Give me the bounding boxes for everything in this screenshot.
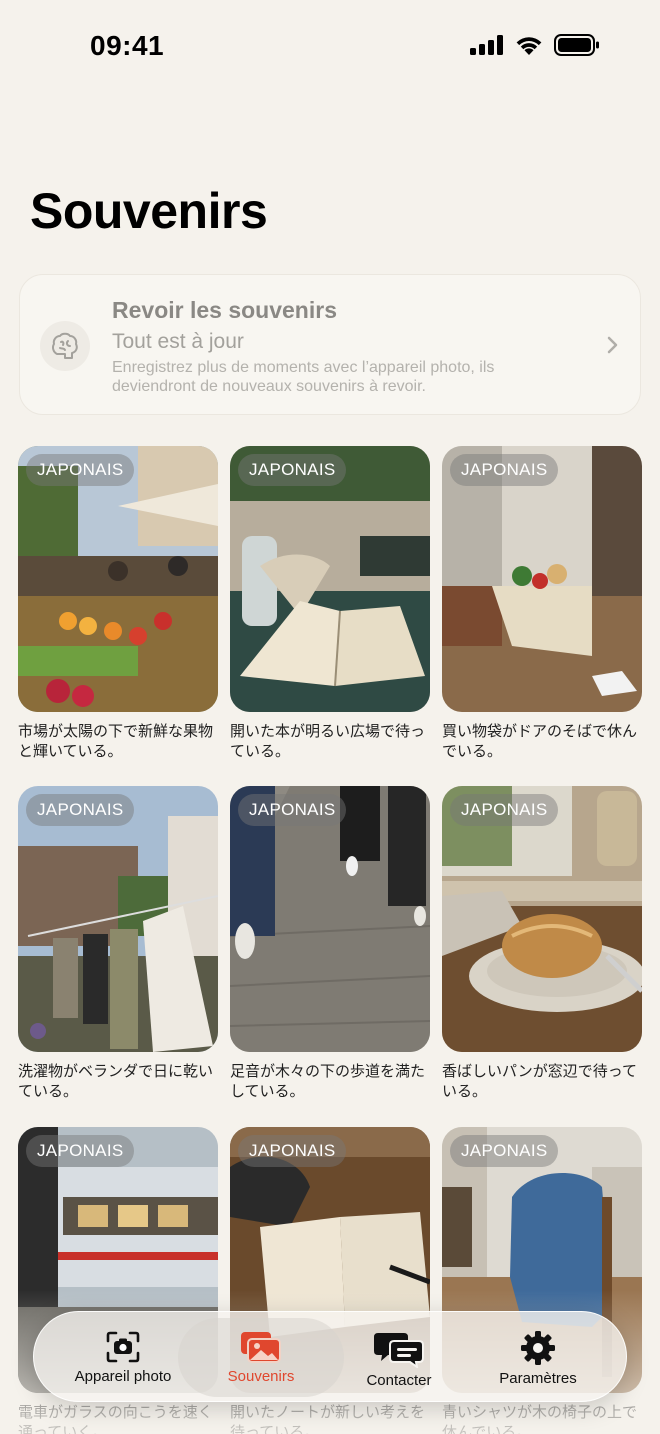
- memory-caption: 買い物袋がドアのそばで休んでいる。: [442, 722, 638, 760]
- review-memories-card[interactable]: Revoir les souvenirs Tout est à jour Enr…: [19, 274, 641, 415]
- memory-photo-laundry[interactable]: JAPONAIS: [18, 786, 218, 1052]
- memory-caption: 開いた本が明るい広場で待っている。: [230, 722, 426, 760]
- gear-icon: [521, 1331, 555, 1365]
- tab-label: Appareil photo: [74, 1368, 172, 1385]
- memory-card[interactable]: JAPONAIS 開いた本が明るい広場で待っている。: [230, 446, 430, 761]
- chevron-right-icon: [607, 336, 618, 354]
- memory-caption: 香ばしいパンが窓辺で待っている。: [442, 1062, 638, 1100]
- memory-card[interactable]: JAPONAIS 市場が太陽の下で新鮮な果物と輝いている。: [18, 446, 218, 761]
- language-badge: JAPONAIS: [238, 454, 347, 486]
- memory-caption: 開いたノートが新しい考えを待っている。: [230, 1403, 426, 1434]
- memory-photo-sidewalk[interactable]: JAPONAIS: [230, 786, 430, 1052]
- review-card-description: Enregistrez plus de moments avec l’appar…: [112, 359, 495, 395]
- language-badge: JAPONAIS: [26, 794, 135, 826]
- tab-bar: Appareil photo Souvenirs Contacter Param…: [33, 1311, 627, 1402]
- memory-photo-bread[interactable]: JAPONAIS: [442, 786, 642, 1052]
- memory-caption: 市場が太陽の下で新鮮な果物と輝いている。: [18, 722, 214, 760]
- photos-icon: [241, 1332, 281, 1363]
- tab-parametres[interactable]: Paramètres: [455, 1318, 621, 1397]
- language-badge: JAPONAIS: [238, 1135, 347, 1167]
- language-badge: JAPONAIS: [450, 794, 559, 826]
- language-badge: JAPONAIS: [450, 1135, 559, 1167]
- tab-label: Contacter: [366, 1372, 432, 1389]
- language-badge: JAPONAIS: [450, 454, 559, 486]
- memory-card[interactable]: JAPONAIS 洗濯物がベランダで日に乾いている。: [18, 786, 218, 1101]
- tab-label: Paramètres: [499, 1370, 577, 1387]
- brain-icon-container: [40, 321, 90, 371]
- memory-caption: 足音が木々の下の歩道を満たしている。: [230, 1062, 426, 1100]
- chat-bubbles-icon: [374, 1333, 424, 1368]
- memory-card[interactable]: JAPONAIS 足音が木々の下の歩道を満たしている。: [230, 786, 430, 1101]
- memory-photo-bag[interactable]: JAPONAIS: [442, 446, 642, 712]
- language-badge: JAPONAIS: [26, 454, 135, 486]
- memory-photo-market[interactable]: JAPONAIS: [18, 446, 218, 712]
- status-icons: [470, 34, 600, 56]
- wifi-icon: [516, 37, 542, 55]
- brain-icon: [52, 332, 78, 359]
- status-bar: 09:41: [0, 0, 660, 96]
- review-card-status: Tout est à jour: [112, 330, 244, 353]
- review-card-title: Revoir les souvenirs: [112, 297, 337, 323]
- memory-caption: 青いシャツが木の椅子の上で休んでいる。: [442, 1403, 638, 1434]
- memory-caption: 洗濯物がベランダで日に乾いている。: [18, 1062, 214, 1100]
- memory-photo-book[interactable]: JAPONAIS: [230, 446, 430, 712]
- battery-icon: [554, 34, 599, 56]
- camera-icon: [106, 1331, 140, 1363]
- memory-card[interactable]: JAPONAIS 買い物袋がドアのそばで休んでいる。: [442, 446, 642, 761]
- language-badge: JAPONAIS: [238, 794, 347, 826]
- tab-label: Souvenirs: [227, 1368, 295, 1385]
- language-badge: JAPONAIS: [26, 1135, 135, 1167]
- status-time: 09:41: [90, 30, 165, 61]
- page-title: Souvenirs: [30, 183, 268, 239]
- memory-caption: 電車がガラスの向こうを速く通っていく。: [18, 1403, 213, 1434]
- memory-card[interactable]: JAPONAIS 香ばしいパンが窓辺で待っている。: [442, 786, 642, 1101]
- signal-icon: [470, 35, 503, 55]
